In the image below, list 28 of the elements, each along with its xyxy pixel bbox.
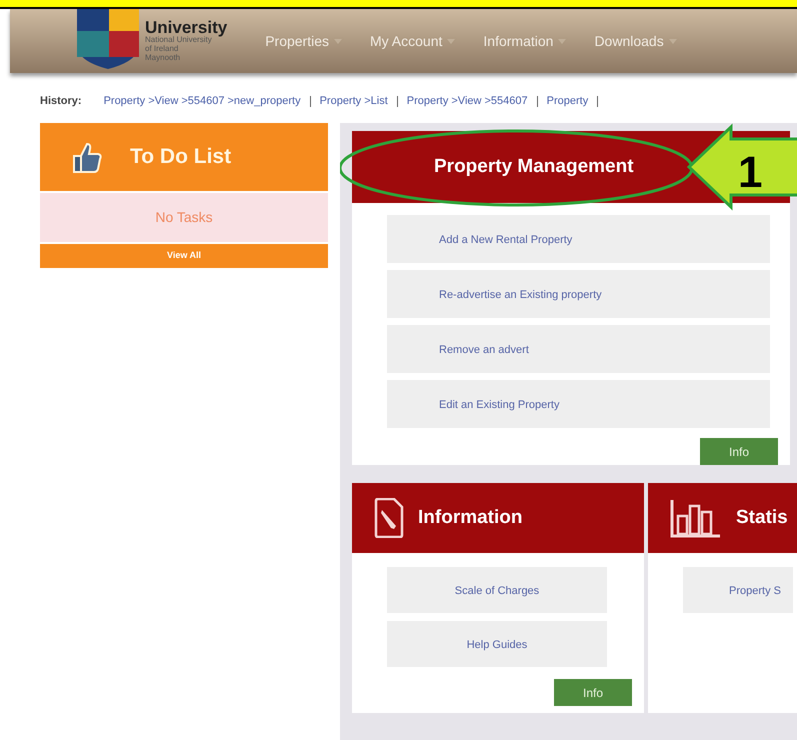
logo-subtitle: National University of Ireland Maynooth (145, 36, 212, 63)
panel-title: Statis (736, 506, 788, 530)
arrow-icon (687, 123, 797, 211)
menu-link[interactable]: Help Guides (387, 621, 607, 667)
menu-link[interactable]: Scale of Charges (387, 567, 607, 613)
bar-chart-icon (670, 498, 722, 538)
todo-title: To Do List (130, 144, 232, 170)
document-pencil-icon (374, 498, 404, 538)
menu-link[interactable]: Add a New Rental Property (387, 215, 770, 263)
logo-text: University (145, 19, 228, 36)
view-all-button[interactable]: View All (40, 244, 328, 268)
panel-title: Property Management (434, 154, 634, 179)
menu-link[interactable]: Property S (683, 567, 793, 613)
menu-link[interactable]: Edit an Existing Property (387, 380, 770, 428)
empty-message: No Tasks (40, 193, 328, 242)
info-button[interactable]: Info (554, 679, 632, 706)
logo-shield-icon (75, 9, 141, 69)
menu-link[interactable]: Re-advertise an Existing property (387, 270, 770, 318)
menu-link[interactable]: Remove an advert (387, 325, 770, 373)
history-link[interactable]: Property >List (320, 92, 388, 110)
annotation-number: 1 (738, 151, 762, 195)
info-button[interactable]: Info (700, 438, 778, 465)
history-link[interactable]: Property >View >554607 (406, 92, 528, 110)
history-link[interactable]: Property >View >554607 >new_property (104, 92, 301, 110)
panel-title: Information (418, 506, 522, 530)
history-label: History: (40, 94, 82, 109)
history-link[interactable]: Property (546, 92, 588, 110)
thumbs-up-icon (70, 140, 104, 174)
